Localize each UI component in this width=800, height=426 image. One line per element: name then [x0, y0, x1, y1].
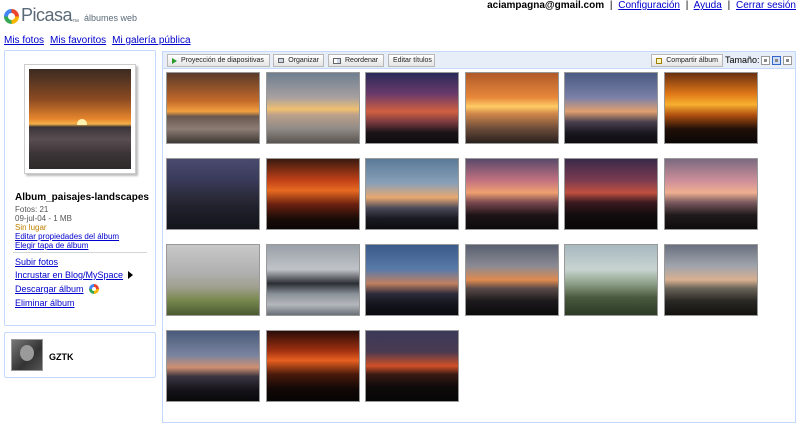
slideshow-button[interactable]: Proyección de diapositivas [167, 54, 270, 67]
play-icon [172, 57, 177, 64]
photo-thumbnail[interactable] [664, 72, 758, 144]
photo-thumbnail[interactable] [664, 158, 758, 230]
owner-panel: GZTK [4, 332, 156, 378]
share-album-label: Compartir álbum [666, 57, 718, 64]
photo-thumbnail[interactable] [365, 244, 459, 316]
photo-thumbnail[interactable] [166, 244, 260, 316]
picasa-icon [88, 284, 99, 294]
logo-text: Picasa [21, 5, 73, 25]
photo-thumbnail[interactable] [365, 158, 459, 230]
user-bar: aciampagna@gmail.com | Configuración | A… [487, 0, 796, 11]
nav-my-photos[interactable]: Mis fotos [4, 35, 44, 46]
envelope-icon [656, 57, 663, 64]
slideshow-label: Proyección de diapositivas [181, 57, 264, 64]
photo-thumbnail[interactable] [564, 158, 658, 230]
photo-thumbnail[interactable] [166, 72, 260, 144]
photo-thumbnail[interactable] [465, 158, 559, 230]
separator: | [609, 0, 613, 11]
reorder-button[interactable]: Reordenar [328, 54, 384, 67]
size-medium-button[interactable] [772, 56, 781, 65]
upload-photos-link[interactable]: Subir fotos [15, 257, 58, 267]
edit-titles-label: Editar títulos [393, 57, 432, 64]
photo-thumbnail[interactable] [166, 330, 260, 402]
top-nav: Mis fotos Mis favoritos Mi galería públi… [4, 35, 191, 46]
photo-thumbnail[interactable] [166, 158, 260, 230]
download-action[interactable]: Descargar álbum [15, 284, 99, 294]
choose-cover-link[interactable]: Elegir tapa de álbum [15, 241, 88, 250]
size-small-button[interactable] [761, 56, 770, 65]
photo-thumbnail[interactable] [266, 244, 360, 316]
divider [13, 252, 147, 253]
photo-grid-panel: Proyección de diapositivas Organizar Reo… [162, 51, 796, 423]
separator: | [727, 0, 731, 11]
photo-thumbnail[interactable] [664, 244, 758, 316]
photo-thumbnail[interactable] [266, 330, 360, 402]
photo-thumbnail[interactable] [266, 158, 360, 230]
photo-thumbnail[interactable] [465, 72, 559, 144]
picasa-logo-icon [4, 9, 19, 24]
nav-public-gallery[interactable]: Mi galería pública [112, 35, 190, 46]
share-album-button[interactable]: Compartir álbum [651, 54, 723, 67]
edit-titles-button[interactable]: Editar títulos [388, 54, 435, 67]
embed-action[interactable]: Incrustar en Blog/MySpace [15, 270, 134, 280]
album-cover[interactable] [24, 64, 136, 174]
user-email: aciampagna@gmail.com [487, 0, 605, 11]
settings-link[interactable]: Configuración [618, 0, 680, 11]
edit-album-properties-link[interactable]: Editar propiedades del álbum [15, 232, 119, 241]
expand-arrow-icon[interactable] [128, 271, 134, 279]
photo-thumbnail[interactable] [365, 72, 459, 144]
album-info-panel: Album_paisajes-landscapes Fotos: 21 09-j… [4, 50, 156, 326]
picasa-logo[interactable]: Picasa ™ álbumes web [4, 5, 138, 26]
reorder-icon [333, 57, 341, 64]
album-date-size: 09-jul-04 - 1 MB [15, 214, 72, 223]
photo-thumbnail[interactable] [465, 244, 559, 316]
size-label: Tamaño: [725, 55, 760, 65]
photo-thumbnail[interactable] [564, 244, 658, 316]
organize-label: Organizar [288, 57, 319, 64]
organize-button[interactable]: Organizar [273, 54, 324, 67]
sign-out-link[interactable]: Cerrar sesión [736, 0, 796, 11]
album-location[interactable]: Sin lugar [15, 223, 47, 232]
delete-album-link[interactable]: Eliminar álbum [15, 298, 75, 308]
album-photo-count: Fotos: 21 [15, 205, 49, 214]
photo-thumbnail[interactable] [365, 330, 459, 402]
nav-my-favorites[interactable]: Mis favoritos [50, 35, 106, 46]
photo-thumbnail[interactable] [564, 72, 658, 144]
separator: | [685, 0, 689, 11]
logo-subtitle: álbumes web [84, 13, 138, 23]
download-album-link[interactable]: Descargar álbum [15, 284, 84, 294]
photo-thumbnail[interactable] [266, 72, 360, 144]
album-title: Album_paisajes-landscapes [15, 192, 149, 203]
owner-name[interactable]: GZTK [49, 352, 74, 362]
organize-icon [278, 58, 285, 63]
embed-blog-link[interactable]: Incrustar en Blog/MySpace [15, 270, 123, 280]
avatar[interactable] [11, 339, 43, 371]
reorder-label: Reordenar [345, 57, 379, 64]
help-link[interactable]: Ayuda [694, 0, 722, 11]
album-cover-image [29, 69, 131, 169]
logo-trademark: ™ [72, 19, 80, 26]
album-toolbar: Proyección de diapositivas Organizar Reo… [163, 52, 795, 69]
size-large-button[interactable] [783, 56, 792, 65]
